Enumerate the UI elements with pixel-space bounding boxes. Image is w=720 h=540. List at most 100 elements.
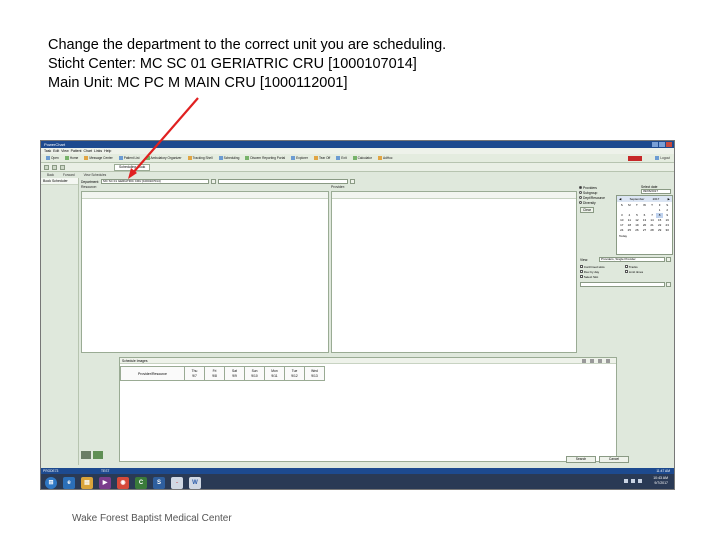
prev-icon[interactable] <box>590 359 594 363</box>
view-dropdown[interactable]: Providers, Single Provider <box>599 257 665 262</box>
provider-panel[interactable] <box>331 191 577 353</box>
back-link[interactable]: Back <box>47 173 54 177</box>
app-icon-s[interactable]: S <box>153 476 165 489</box>
chart-icon[interactable] <box>93 451 103 459</box>
menu-links[interactable]: Links <box>94 149 102 153</box>
logout-button[interactable]: Logout <box>655 155 670 161</box>
menu-edit[interactable]: Edit <box>53 149 59 153</box>
forward-link[interactable]: Forward <box>63 173 75 177</box>
exit-toolbar-button[interactable]: Exit <box>334 155 348 161</box>
checkbox-icon[interactable] <box>625 270 628 273</box>
day-column[interactable]: Tue 9/12 <box>285 366 305 381</box>
next-icon[interactable] <box>598 359 602 363</box>
day-column[interactable]: Sat 9/9 <box>225 366 245 381</box>
calendar-day[interactable]: 29 <box>656 228 664 233</box>
toolbar-icon[interactable] <box>60 164 65 170</box>
filter-dropdown-button[interactable] <box>666 282 671 287</box>
department-dropdown-button[interactable] <box>211 179 217 184</box>
date-field[interactable]: 09/06/2017 <box>641 189 671 194</box>
calendar-next-icon[interactable]: ▶ <box>668 197 670 201</box>
cancel-button[interactable]: Cancel <box>599 456 629 463</box>
view-checkboxes-right: Tracks Limit times <box>625 265 643 275</box>
checkbox-icon[interactable] <box>580 265 583 268</box>
message-center-button[interactable]: Message Center <box>82 155 114 161</box>
menu-patient[interactable]: Patient <box>71 149 82 153</box>
sticht-center-line: Sticht Center: MC SC 01 GERIATRIC CRU [1… <box>48 56 417 72</box>
menu-task[interactable]: Task <box>44 149 51 153</box>
chrome-icon[interactable]: ◉ <box>117 476 129 489</box>
minimize-icon[interactable] <box>652 142 658 147</box>
resource-search-button[interactable] <box>350 179 356 184</box>
toolbar-icon[interactable] <box>52 164 57 170</box>
menu-view[interactable]: View <box>61 149 69 153</box>
battery-icon[interactable] <box>638 479 642 483</box>
tab-scheduling-book[interactable]: Scheduling Book <box>114 163 151 171</box>
menu-chart[interactable]: Chart <box>83 149 92 153</box>
radio-icon[interactable] <box>579 186 582 189</box>
radio-icon[interactable] <box>579 196 582 199</box>
explorer-button[interactable]: Explorer <box>289 155 310 161</box>
checkbox-icon[interactable] <box>625 265 628 268</box>
adhoc-button[interactable]: AdHoc <box>376 155 395 161</box>
department-field[interactable]: MC SC 01 GERIATRIC CRU [1000107014] <box>101 179 210 184</box>
close-icon[interactable] <box>666 142 672 147</box>
open-button[interactable]: Open <box>44 155 61 161</box>
calendar-day[interactable]: 27 <box>641 228 649 233</box>
tray-clock[interactable]: 10:43 AM 9/7/2017 <box>653 476 668 486</box>
scheduling-button[interactable]: Scheduling <box>217 155 242 161</box>
resource-panel[interactable] <box>81 191 329 353</box>
ie-icon[interactable]: e <box>63 476 75 489</box>
calendar-day[interactable]: 26 <box>633 228 641 233</box>
checkbox-icon[interactable] <box>580 270 583 273</box>
tracking-shell-button[interactable]: Tracking Shell <box>186 155 215 161</box>
home-button[interactable]: Home <box>63 155 81 161</box>
app-icon-red[interactable]: ~ <box>171 476 183 489</box>
maximize-icon[interactable] <box>659 142 665 147</box>
search-button[interactable]: Search <box>566 456 596 463</box>
refresh-icon[interactable] <box>582 359 586 363</box>
checkbox-select-slot[interactable]: Select Slot <box>580 275 605 280</box>
calendar-today-link[interactable]: Today <box>617 234 672 238</box>
view-dropdown-button[interactable] <box>666 257 671 262</box>
calculator-button[interactable]: Calculator <box>351 155 374 161</box>
calendar-day[interactable]: 24 <box>618 228 626 233</box>
exit-red-button[interactable] <box>628 156 642 161</box>
calendar-day[interactable]: 30 <box>663 228 671 233</box>
toolbar-icon[interactable] <box>44 164 49 170</box>
day-column[interactable]: Sun 9/10 <box>245 366 265 381</box>
radio-icon[interactable] <box>579 201 582 204</box>
expand-icon[interactable] <box>606 359 610 363</box>
open-icon <box>46 156 50 160</box>
menu-help[interactable]: Help <box>104 149 111 153</box>
day-column[interactable]: Wed 9/13 <box>305 366 325 381</box>
resource-panel-header <box>82 192 328 199</box>
patient-list-button[interactable]: Patient List <box>117 155 142 161</box>
day-column[interactable]: Mon 9/11 <box>265 366 285 381</box>
media-icon[interactable]: ▶ <box>99 476 111 489</box>
calendar-month[interactable]: September <box>630 197 645 201</box>
discern-reporting-button[interactable]: Discern Reporting Portal <box>243 155 287 161</box>
network-icon[interactable] <box>624 479 628 483</box>
calendar-day[interactable]: 28 <box>648 228 656 233</box>
print-icon[interactable] <box>81 451 91 459</box>
ambulatory-organizer-button[interactable]: Ambulatory Organizer <box>144 155 184 161</box>
calendar-day[interactable]: 25 <box>626 228 634 233</box>
folder-icon[interactable]: ▤ <box>81 476 93 489</box>
word-icon[interactable]: W <box>189 476 201 489</box>
nav-book-scheduler[interactable]: Book Scheduler <box>41 178 78 185</box>
resource-search-field[interactable] <box>218 179 349 184</box>
calendar-prev-icon[interactable]: ◀ <box>619 197 621 201</box>
day-column[interactable]: Thu 9/7 <box>185 366 205 381</box>
filter-field[interactable] <box>580 282 665 287</box>
radio-icon[interactable] <box>579 191 582 194</box>
tear-off-button[interactable]: Tear Off <box>312 155 332 161</box>
checkbox-limit-times[interactable]: Limit times <box>625 270 643 275</box>
volume-icon[interactable] <box>631 479 635 483</box>
calendar-year[interactable]: 2017 <box>653 197 660 201</box>
clear-button[interactable]: Clear <box>580 207 594 213</box>
day-column[interactable]: Fri 9/8 <box>205 366 225 381</box>
checkbox-icon[interactable] <box>580 275 583 278</box>
start-icon[interactable]: ⊞ <box>45 476 57 489</box>
app-icon-c[interactable]: C <box>135 476 147 489</box>
scheduling-icon <box>218 156 223 160</box>
